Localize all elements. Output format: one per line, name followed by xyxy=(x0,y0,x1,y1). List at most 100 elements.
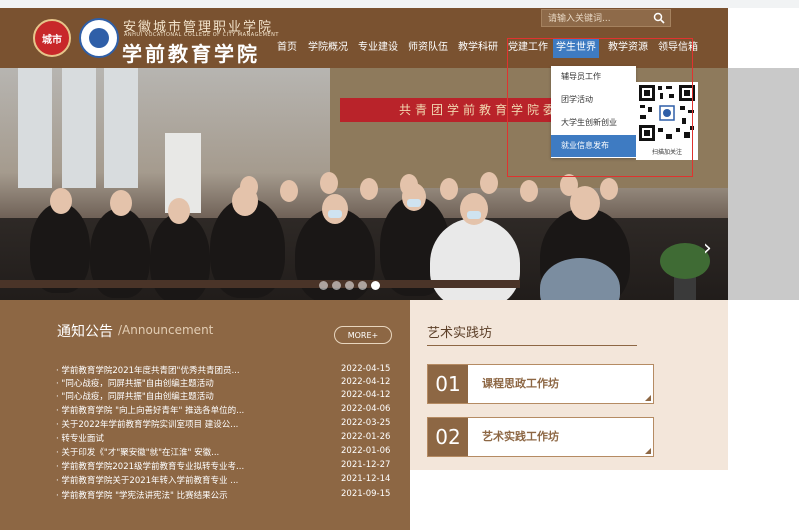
hero-right-area xyxy=(728,68,799,300)
workshop-label[interactable]: 课程思政工作坊 xyxy=(482,365,559,403)
announcement-date: 2022-01-26 xyxy=(341,432,391,442)
announcement-row[interactable]: · "同心战疫，同屏共振"自由创编主题活动 2022-04-12 xyxy=(56,377,396,390)
face-mask xyxy=(407,199,421,207)
nav-student-world[interactable]: 学生世界 xyxy=(553,38,599,58)
announcement-row[interactable]: · 转专业面试 2022-01-26 xyxy=(56,432,396,445)
announcement-subtitle: /Announcement xyxy=(118,323,214,337)
more-button[interactable]: MORE+ xyxy=(334,326,392,344)
qr-code-icon xyxy=(636,82,698,144)
announcement-row[interactable]: · 学前教育学院 "向上向善好青年" 推选各单位的... 2022-04-06 xyxy=(56,404,396,417)
city-logo[interactable]: 城市 xyxy=(33,19,71,57)
student-face xyxy=(50,188,72,214)
face-mask xyxy=(328,210,342,218)
art-practice-title: 艺术实践坊 xyxy=(427,326,493,341)
announcement-date: 2021-12-27 xyxy=(341,460,391,470)
student-face xyxy=(168,198,190,224)
dropdown-item-counselor-work[interactable]: 辅导员工作 xyxy=(551,66,636,88)
announcement-title: 通知公告 xyxy=(57,324,113,340)
student-face xyxy=(280,180,298,202)
face-mask xyxy=(467,211,481,219)
announcement-text[interactable]: · 学前教育学院关于2021年转入学前教育专业 ... xyxy=(56,474,306,486)
nav-major-construction[interactable]: 专业建设 xyxy=(355,38,401,58)
carousel-dot-active[interactable] xyxy=(371,281,380,290)
student-face xyxy=(440,178,458,200)
announcement-row[interactable]: · "同心战疫，同屏共振"自由创编主题活动 2022-04-12 xyxy=(56,390,396,403)
announcement-text[interactable]: · "同心战疫，同屏共振"自由创编主题活动 xyxy=(56,390,306,402)
workshop-number: 02 xyxy=(428,418,468,456)
window-shape xyxy=(104,68,138,188)
announcement-text[interactable]: · "同心战疫，同屏共振"自由创编主题活动 xyxy=(56,377,306,389)
dropdown-item-innovation[interactable]: 大学生创新创业 xyxy=(551,112,636,134)
right-margin-area xyxy=(728,300,799,530)
nav-teaching-research[interactable]: 教学科研 xyxy=(455,38,501,58)
qr-code-panel: 扫描加关注 xyxy=(636,82,698,160)
divider xyxy=(427,345,637,346)
chevron-right-icon[interactable]: › xyxy=(703,236,723,262)
school-emblem-logo[interactable] xyxy=(79,18,119,58)
announcement-text[interactable]: · 关于印发《"才"聚安徽"就"在江淮" 安徽... xyxy=(56,446,306,458)
carousel-dot[interactable] xyxy=(332,281,341,290)
announcement-date: 2022-01-06 xyxy=(341,446,391,456)
student-face xyxy=(600,178,618,200)
announcement-text[interactable]: · 学前教育学院 "向上向善好青年" 推选各单位的... xyxy=(56,404,306,416)
nav-leader-mailbox[interactable]: 领导信箱 xyxy=(655,38,701,58)
nav-teaching-resources[interactable]: 教学资源 xyxy=(605,38,651,58)
nav-home[interactable]: 首页 xyxy=(274,38,300,58)
announcement-row[interactable]: · 学前教育学院 "学宪法讲宪法" 比赛结果公示 2021-09-15 xyxy=(56,489,396,502)
student-face xyxy=(110,190,132,216)
nav-college-overview[interactable]: 学院概况 xyxy=(305,38,351,58)
corner-triangle-icon xyxy=(645,395,651,401)
announcement-date: 2022-04-06 xyxy=(341,404,391,414)
dropdown-item-employment-info[interactable]: 就业信息发布 xyxy=(551,135,636,157)
student-face xyxy=(232,186,258,216)
content-bottom-area xyxy=(410,470,728,530)
carousel-dot[interactable] xyxy=(358,281,367,290)
announcement-section: 通知公告 /Announcement MORE+ · 学前教育学院2021年度共… xyxy=(0,300,410,530)
emblem-center-icon xyxy=(89,28,109,48)
announcement-date: 2021-09-15 xyxy=(341,489,391,499)
qr-caption: 扫描加关注 xyxy=(651,149,682,156)
announcement-date: 2022-04-12 xyxy=(341,390,391,400)
student-face xyxy=(480,172,498,194)
student-face xyxy=(520,180,538,202)
announcement-date: 2021-12-14 xyxy=(341,474,391,484)
announcement-row[interactable]: · 学前教育学院2021年度共青团"优秀共青团员... 2022-04-15 xyxy=(56,364,396,377)
workshop-number: 01 xyxy=(428,365,468,403)
nav-party-building[interactable]: 党建工作 xyxy=(505,38,551,58)
announcement-row[interactable]: · 关于印发《"才"聚安徽"就"在江淮" 安徽... 2022-01-06 xyxy=(56,446,396,459)
workshop-label[interactable]: 艺术实践工作坊 xyxy=(482,418,559,456)
announcement-text[interactable]: · 学前教育学院 "学宪法讲宪法" 比赛结果公示 xyxy=(56,489,306,501)
announcement-text[interactable]: · 学前教育学院2021年度共青团"优秀共青团员... xyxy=(56,364,306,376)
student-face xyxy=(460,193,488,225)
carousel-dot[interactable] xyxy=(345,281,354,290)
announcement-text[interactable]: · 转专业面试 xyxy=(56,432,306,444)
window-shape xyxy=(62,68,96,188)
college-name: 学前教育学院 xyxy=(122,42,260,66)
student-world-dropdown: 辅导员工作 团学活动 大学生创新创业 就业信息发布 xyxy=(551,66,636,158)
announcement-text[interactable]: · 学前教育学院2021级学前教育专业拟转专业考... xyxy=(56,460,306,472)
announcement-row[interactable]: · 学前教育学院关于2021年转入学前教育专业 ... 2021-12-14 xyxy=(56,474,396,487)
workshop-card[interactable]: 02 艺术实践工作坊 xyxy=(427,417,654,457)
header-right-area xyxy=(728,8,799,68)
carousel-dot[interactable] xyxy=(319,281,328,290)
announcement-text[interactable]: · 关于2022年学前教育学院实训室项目 建设公... xyxy=(56,418,306,430)
search-box xyxy=(541,9,671,27)
announcement-date: 2022-04-12 xyxy=(341,377,391,387)
nav-faculty[interactable]: 师资队伍 xyxy=(405,38,451,58)
announcement-row[interactable]: · 关于2022年学前教育学院实训室项目 建设公... 2022-03-25 xyxy=(56,418,396,431)
window-shape xyxy=(18,68,52,188)
dropdown-item-league-activities[interactable]: 团学活动 xyxy=(551,89,636,111)
search-icon[interactable] xyxy=(653,12,665,24)
desk xyxy=(0,280,520,288)
announcement-row[interactable]: · 学前教育学院2021级学前教育专业拟转专业考... 2021-12-27 xyxy=(56,460,396,473)
announcement-date: 2022-04-15 xyxy=(341,364,391,374)
city-logo-text: 城市 xyxy=(42,34,62,46)
workshop-card[interactable]: 01 课程思政工作坊 xyxy=(427,364,654,404)
search-input[interactable] xyxy=(546,11,650,27)
corner-triangle-icon xyxy=(645,448,651,454)
student-face xyxy=(360,178,378,200)
student-face xyxy=(320,172,338,194)
announcement-date: 2022-03-25 xyxy=(341,418,391,428)
student-face xyxy=(570,186,600,220)
student-face xyxy=(322,194,348,224)
